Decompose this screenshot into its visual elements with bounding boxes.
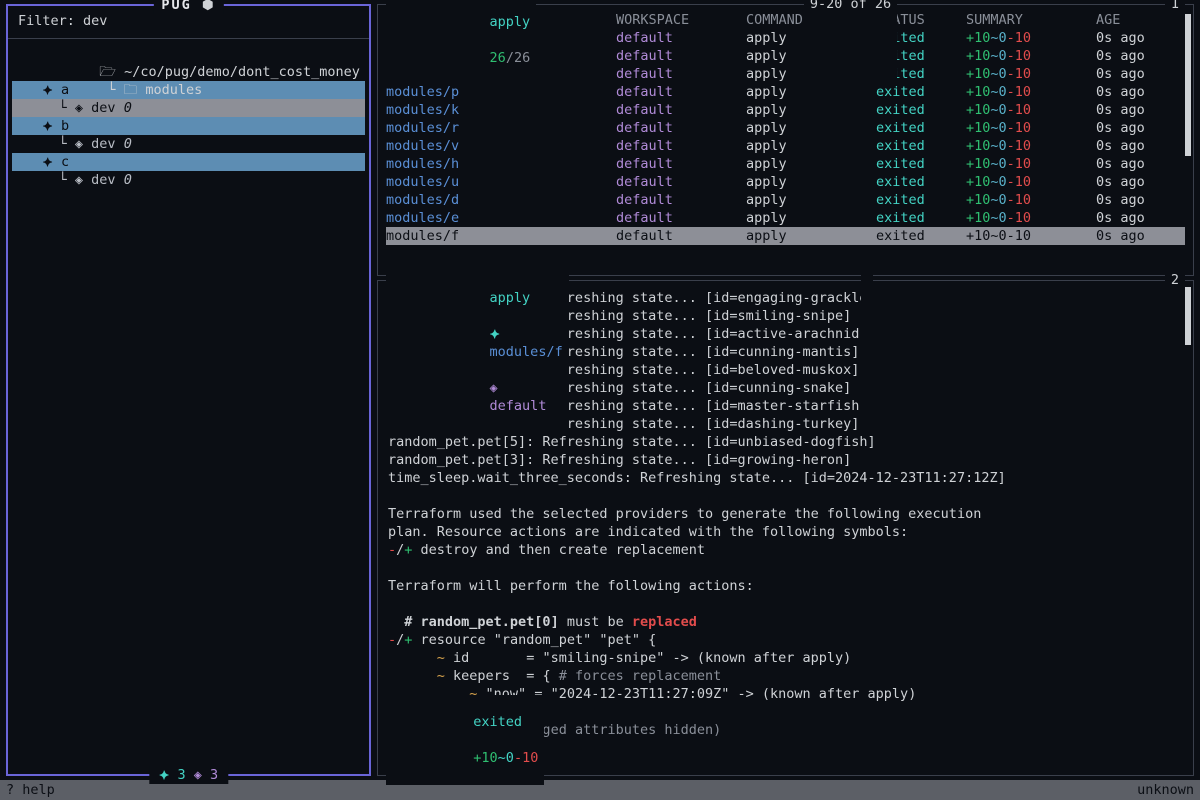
- node-icon: ◈: [75, 135, 83, 153]
- log-line: ~ keepers = { # forces replacement: [388, 667, 1183, 685]
- node-icon: ◈: [75, 99, 83, 117]
- table-row[interactable]: modules/mdefaultapplyexited+10~0-100s ag…: [386, 65, 1185, 83]
- log-line: [388, 595, 1183, 613]
- log-line: random_pet.pet[3]: Refreshing state... […: [388, 451, 1183, 469]
- right-column: apply 26/26 9-20 of 26 1 MODULE WORKSPAC…: [375, 0, 1200, 780]
- table-row[interactable]: modules/hdefaultapplyexited+10~0-100s ag…: [386, 155, 1185, 173]
- node-icon: ⯌: [42, 117, 53, 135]
- tree-root[interactable]: 🗁 ~/co/pug/demo/dont_cost_money: [12, 45, 365, 63]
- scrollbar-thumb[interactable]: [1185, 14, 1191, 156]
- tree-item[interactable]: └ ◈ dev 0: [12, 99, 365, 117]
- detail-pane: apply ⯌ modules/f ◈ default 2 random_pet…: [377, 280, 1194, 776]
- tree-item[interactable]: └ ◈ dev 0: [12, 171, 365, 189]
- log-line: random_pet.pet[8]: Refreshing state... […: [388, 397, 1183, 415]
- node-icon: ⯌: [42, 81, 53, 99]
- app-root: PUG ⬢ Filter: dev 🗁 ~/co/pug/demo/dont_c…: [0, 0, 1200, 800]
- node-icon: ◈: [75, 171, 83, 189]
- modules-icon: ⯌: [159, 767, 170, 783]
- log-line: [388, 487, 1183, 505]
- table-row[interactable]: modules/ldefaultapplyexited+10~0-100s ag…: [386, 29, 1185, 47]
- detail-footer: exited +10~0-10: [386, 695, 544, 785]
- table-row[interactable]: modules/ddefaultapplyexited+10~0-100s ag…: [386, 191, 1185, 209]
- log-line: Terraform will perform the following act…: [388, 577, 1183, 595]
- log-line: -/+ resource "random_pet" "pet" {: [388, 631, 1183, 649]
- table-row[interactable]: modules/rdefaultapplyexited+10~0-100s ag…: [386, 119, 1185, 137]
- workspace-icon: ◈: [194, 767, 202, 783]
- terraform-output[interactable]: random_pet.pet[4]: Refreshing state... […: [378, 285, 1193, 739]
- module-tree[interactable]: 🗁 ~/co/pug/demo/dont_cost_money └ 🗀 modu…: [8, 45, 369, 189]
- tasks-pane: apply 26/26 9-20 of 26 1 MODULE WORKSPAC…: [377, 4, 1194, 276]
- log-line: [388, 559, 1183, 577]
- tree-item[interactable]: └ ◈ dev 0: [12, 135, 365, 153]
- log-line: # random_pet.pet[0] must be replaced: [388, 613, 1183, 631]
- filter-label: Filter:: [18, 13, 75, 29]
- table-row[interactable]: modules/udefaultapplyexited+10~0-100s ag…: [386, 173, 1185, 191]
- node-icon: ⯌: [42, 153, 53, 171]
- log-line: random_pet.pet[2]: Refreshing state... […: [388, 415, 1183, 433]
- log-line: Terraform used the selected providers to…: [388, 505, 1183, 523]
- log-line: random_pet.pet[4]: Refreshing state... […: [388, 289, 1183, 307]
- scrollbar-thumb[interactable]: [1185, 287, 1191, 345]
- table-row[interactable]: modules/fdefaultapplyexited+10~0-100s ag…: [386, 227, 1185, 245]
- table-row[interactable]: modules/idefaultapplyexited+10~0-100s ag…: [386, 47, 1185, 65]
- sidebar: PUG ⬢ Filter: dev 🗁 ~/co/pug/demo/dont_c…: [6, 4, 371, 776]
- folder-icon: 🗁: [99, 64, 124, 80]
- table-row[interactable]: modules/pdefaultapplyexited+10~0-100s ag…: [386, 83, 1185, 101]
- log-line: plan. Resource actions are indicated wit…: [388, 523, 1183, 541]
- folder-icon: 🗀: [124, 82, 146, 98]
- table-header: MODULE WORKSPACE COMMAND STATUS SUMMARY …: [386, 11, 1185, 29]
- log-line: random_pet.pet[1]: Refreshing state... […: [388, 379, 1183, 397]
- scrollbar[interactable]: [1185, 11, 1191, 269]
- scrollbar[interactable]: [1185, 287, 1191, 769]
- tree-item[interactable]: ⯌ c: [12, 153, 365, 171]
- help-hint[interactable]: ? help: [6, 781, 55, 799]
- tree-item[interactable]: ⯌ b: [12, 117, 365, 135]
- filter-value: dev: [83, 13, 107, 29]
- sidebar-footer: ⯌ 3 ◈ 3: [149, 766, 228, 784]
- log-line: random_pet.pet[5]: Refreshing state... […: [388, 433, 1183, 451]
- tasks-table[interactable]: MODULE WORKSPACE COMMAND STATUS SUMMARY …: [378, 9, 1193, 245]
- log-line: time_sleep.wait_three_seconds: Refreshin…: [388, 469, 1183, 487]
- divider: [8, 38, 369, 39]
- app-title: PUG ⬢: [153, 0, 223, 14]
- status-right: unknown: [1137, 781, 1194, 799]
- log-line: random_pet.pet[6]: Refreshing state... […: [388, 325, 1183, 343]
- log-line: random_pet.pet[9]: Refreshing state... […: [388, 361, 1183, 379]
- paw-icon: ⬢: [202, 0, 216, 14]
- log-line: random_pet.pet[0]: Refreshing state... […: [388, 307, 1183, 325]
- log-line: random_pet.pet[7]: Refreshing state... […: [388, 343, 1183, 361]
- main-area: PUG ⬢ Filter: dev 🗁 ~/co/pug/demo/dont_c…: [0, 0, 1200, 780]
- log-line: ~ id = "smiling-snipe" -> (known after a…: [388, 649, 1183, 667]
- table-row[interactable]: modules/edefaultapplyexited+10~0-100s ag…: [386, 209, 1185, 227]
- log-line: -/+ destroy and then create replacement: [388, 541, 1183, 559]
- table-row[interactable]: modules/kdefaultapplyexited+10~0-100s ag…: [386, 101, 1185, 119]
- table-row[interactable]: modules/vdefaultapplyexited+10~0-100s ag…: [386, 137, 1185, 155]
